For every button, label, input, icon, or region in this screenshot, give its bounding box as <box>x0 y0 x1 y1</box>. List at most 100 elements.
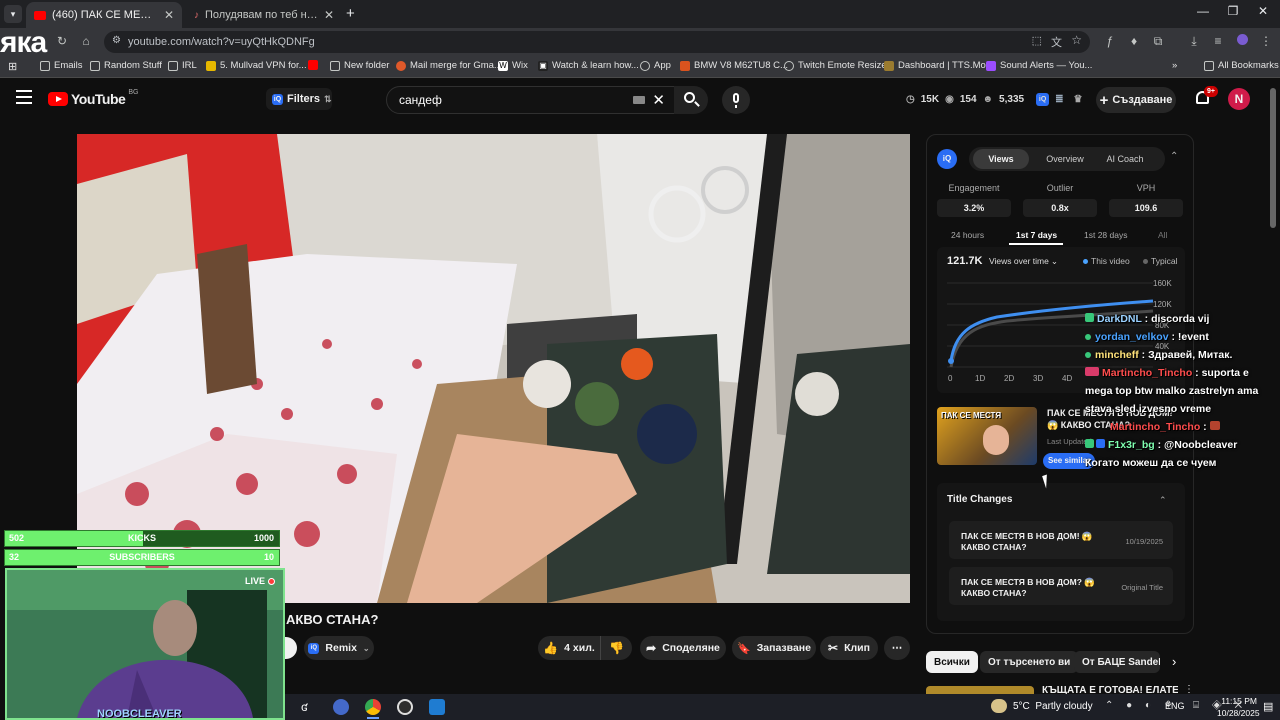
apps-grid-icon[interactable]: ⊞ <box>8 60 17 73</box>
save-label: Запазване <box>756 642 811 654</box>
hamburger-menu-icon[interactable] <box>16 90 32 104</box>
youtube-favicon-icon <box>34 10 46 20</box>
channel-avatar-partial[interactable] <box>285 637 297 659</box>
bookmark-label: Mail merge for Gma... <box>410 60 502 71</box>
taskbar-app-icon[interactable] <box>333 699 349 715</box>
home-icon[interactable]: ⌂ <box>78 34 94 48</box>
bookmark-mullvad[interactable]: 5. Mullvad VPN for... <box>206 60 307 71</box>
restore-button[interactable]: ❐ <box>1218 4 1248 18</box>
views-over-time-dropdown[interactable]: Views over time ⌄ <box>989 256 1058 267</box>
more-actions-button[interactable]: ⋯ <box>884 636 910 660</box>
tab-ai-studio[interactable]: ♪ Полудявам по теб нубе | AI Se ✕ <box>186 2 342 28</box>
youtube-logo[interactable]: YouTube BG <box>48 89 138 107</box>
notification-count-badge: 9+ <box>1204 86 1218 97</box>
clip-button[interactable]: ✂ Клип <box>820 636 878 660</box>
bookmark-random-stuff[interactable]: Random Stuff <box>90 60 162 71</box>
title-change-date: 10/19/2025 <box>1125 537 1163 546</box>
chips-next-arrow-icon[interactable]: › <box>1172 654 1176 669</box>
extension-icon[interactable]: ♦ <box>1126 34 1142 48</box>
vidiq-filters-button[interactable]: iQ Filters ⇅ <box>266 88 332 110</box>
taskbar-app-icon[interactable]: ʛ <box>301 700 308 714</box>
similar-video-thumbnail[interactable]: ПАК СЕ МЕСТЯ <box>937 407 1037 465</box>
bookmark-mail-merge[interactable]: Mail merge for Gma... <box>396 60 502 71</box>
list-icon[interactable]: ≣ <box>1055 94 1063 105</box>
reading-list-icon[interactable]: ≡ <box>1210 34 1226 48</box>
bookmark-app[interactable]: App <box>640 60 671 71</box>
bookmark-youtube[interactable] <box>308 60 318 70</box>
bookmark-label: Wix <box>512 60 528 71</box>
clock[interactable]: 11:15 PM 10/28/2025 <box>1217 695 1260 719</box>
minimize-button[interactable]: — <box>1188 4 1218 18</box>
bmw-icon <box>680 60 690 71</box>
bookmark-twitch-emote[interactable]: Twitch Emote Resizer <box>784 60 890 71</box>
dislike-button[interactable]: 👎 <box>600 636 632 660</box>
eye-icon: ◉ <box>945 94 954 105</box>
address-bar[interactable]: ⚙ youtube.com/watch?v=uyQtHkQDNFg ⬚ 文 ☆ <box>104 31 1090 53</box>
range-all[interactable]: All <box>1158 230 1167 240</box>
install-icon[interactable]: ⬚ <box>1032 34 1042 47</box>
scrollbar[interactable] <box>1270 88 1276 228</box>
close-tab-icon[interactable]: ✕ <box>324 8 334 22</box>
more-bookmarks-icon[interactable]: » <box>1172 60 1177 71</box>
live-badge: LIVE <box>245 576 275 586</box>
tab-ai-coach[interactable]: AI Coach <box>1097 149 1153 169</box>
chip-from-channel[interactable]: От БАЦЕ SandeFF <box>1074 651 1160 673</box>
new-tab-button[interactable]: + <box>346 5 355 22</box>
bookmark-new-folder[interactable]: New folder <box>330 60 389 71</box>
bookmark-dashboard[interactable]: Dashboard | TTS.Mo... <box>884 60 994 71</box>
profile-icon[interactable] <box>1234 34 1250 48</box>
legend-typical: Typical <box>1143 256 1177 266</box>
bookmark-emails[interactable]: Emails <box>40 60 83 71</box>
close-tab-icon[interactable]: ✕ <box>164 8 174 22</box>
range-24h[interactable]: 24 hours <box>951 230 984 240</box>
like-button[interactable]: 👍 4 хил. <box>538 636 600 660</box>
create-button[interactable]: + Създаване <box>1096 87 1176 113</box>
tab-views[interactable]: Views <box>973 149 1029 169</box>
taskbar-app-icon[interactable] <box>429 699 445 715</box>
extension-fx-icon[interactable]: ƒ <box>1102 34 1118 48</box>
taskbar-chrome-icon[interactable] <box>365 699 381 715</box>
range-7d[interactable]: 1st 7 days <box>1016 230 1057 240</box>
bookmark-bmw[interactable]: BMW V8 M62TU8 C... <box>680 60 788 71</box>
reload-icon[interactable]: ↻ <box>54 34 70 48</box>
tab-youtube-video[interactable]: (460) ПАК СЕ МЕСТЯ В НОВ ДОМ ✕ <box>26 2 182 28</box>
range-28d[interactable]: 1st 28 days <box>1084 230 1127 240</box>
clear-search-icon[interactable]: ✕ <box>652 91 665 109</box>
voice-search-button[interactable] <box>722 86 750 114</box>
notification-center-icon[interactable]: ▤ <box>1263 700 1273 713</box>
language-indicator[interactable]: ENG <box>1165 701 1185 711</box>
remix-button[interactable]: iQ Remix ⌄ <box>304 636 374 660</box>
weather-text[interactable]: 5°C Partly cloudy <box>1013 701 1093 712</box>
avatar[interactable]: N <box>1228 88 1250 110</box>
bookmark-irl[interactable]: IRL <box>168 60 197 71</box>
tab-overview[interactable]: Overview <box>1037 149 1093 169</box>
notifications-button[interactable]: 9+ <box>1194 86 1218 109</box>
collapse-chevron-icon[interactable]: ⌃ <box>1170 151 1178 162</box>
search-input[interactable]: сандеф ✕ <box>386 86 676 114</box>
chip-from-search[interactable]: От търсенето ви <box>980 651 1079 673</box>
chip-all[interactable]: Всички <box>926 651 978 673</box>
trophy-icon[interactable]: ♛ <box>1073 94 1082 105</box>
save-button[interactable]: 🔖 Запазване <box>732 636 816 660</box>
taskbar-obs-icon[interactable] <box>397 699 413 715</box>
chat-username: Martincho_Tincho <box>1102 367 1193 379</box>
site-info-icon[interactable]: ⚙ <box>112 35 121 46</box>
close-window-button[interactable]: ✕ <box>1248 4 1278 18</box>
tab-search-button[interactable]: ▾ <box>4 5 22 23</box>
collapse-chevron-icon[interactable]: ⌃ <box>1159 495 1167 506</box>
menu-kebab-icon[interactable]: ⋮ <box>1258 34 1274 48</box>
keyboard-icon[interactable] <box>633 96 645 104</box>
weather-icon[interactable] <box>991 699 1007 713</box>
bookmark-all[interactable]: All Bookmarks <box>1204 60 1279 71</box>
translate-icon[interactable]: 文 <box>1051 34 1062 50</box>
bookmark-sound-alerts[interactable]: Sound Alerts — You... <box>986 60 1092 71</box>
search-button[interactable] <box>674 86 708 114</box>
share-button[interactable]: ➦ Споделяне <box>640 636 726 660</box>
download-icon[interactable]: ⤓ <box>1186 34 1202 49</box>
bookmark-wix[interactable]: W Wix <box>498 60 528 71</box>
vidiq-icon[interactable]: iQ <box>1036 93 1050 106</box>
puzzle-icon[interactable]: ⧉ <box>1150 34 1166 49</box>
bookmark-watch-learn[interactable]: ▣ Watch & learn how... <box>538 60 639 71</box>
create-label: Създаване <box>1112 94 1173 106</box>
bookmark-star-icon[interactable]: ☆ <box>1071 33 1082 47</box>
